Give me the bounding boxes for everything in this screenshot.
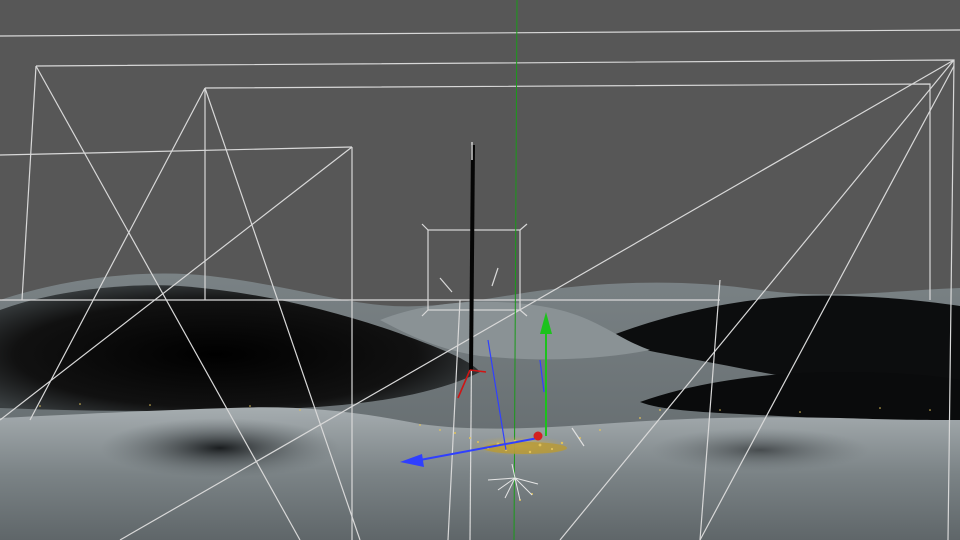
particle-core xyxy=(483,442,567,454)
3d-viewport[interactable] xyxy=(0,0,960,540)
emitter-pole-shaft xyxy=(469,144,475,371)
gizmo-pivot[interactable] xyxy=(533,431,543,441)
viewport-scene[interactable] xyxy=(0,0,960,540)
emitter-pole[interactable] xyxy=(469,142,475,371)
sand-hollow-shadow-right xyxy=(650,428,870,472)
sand-hollow-shadow xyxy=(100,418,340,478)
terrain-mesh[interactable] xyxy=(0,273,960,540)
